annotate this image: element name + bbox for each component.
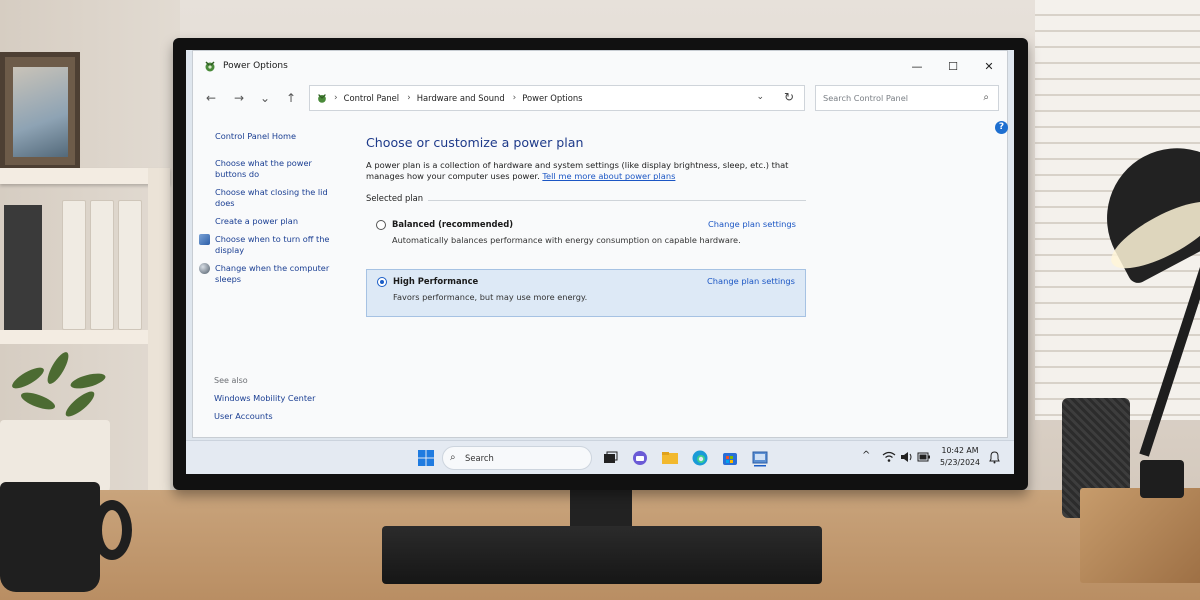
- control-panel-icon: [318, 94, 326, 103]
- show-hidden-icons-chevron[interactable]: ^: [862, 450, 870, 461]
- main-content: Choose or customize a power plan A power…: [366, 135, 806, 317]
- search-icon[interactable]: ⌕: [983, 86, 989, 110]
- wall-picture-art: [13, 67, 68, 157]
- wall-picture-frame: [0, 52, 80, 170]
- plan-balanced-description: Automatically balances performance with …: [392, 234, 741, 245]
- close-button[interactable]: ✕: [971, 51, 1007, 81]
- forward-arrow-icon[interactable]: →: [229, 89, 249, 107]
- chat-icon[interactable]: [630, 448, 650, 468]
- sidebar-power-buttons[interactable]: Choose what the power buttons do: [215, 158, 345, 180]
- bookshelf-middle: [0, 330, 170, 344]
- bookshelf-binder: [118, 200, 142, 330]
- recent-locations-chevron-icon[interactable]: ⌄: [255, 89, 275, 107]
- maximize-button[interactable]: ☐: [935, 51, 971, 81]
- clock-date: 5/23/2024: [940, 458, 980, 467]
- selected-plan-header: Selected plan: [366, 193, 806, 207]
- see-also-heading: See also: [214, 376, 248, 385]
- address-dropdown-icon[interactable]: ⌄: [756, 92, 764, 102]
- help-icon[interactable]: ?: [995, 121, 1008, 134]
- back-arrow-icon[interactable]: ←: [201, 89, 221, 107]
- clock-time: 10:42 AM: [941, 446, 979, 455]
- sidebar-computer-sleeps-item[interactable]: Change when the computer sleeps: [199, 263, 345, 285]
- plan-balanced-settings-link[interactable]: Change plan settings: [708, 219, 796, 229]
- task-view-icon[interactable]: [600, 448, 620, 468]
- bookshelf-side: [148, 168, 170, 498]
- breadcrumb-separator: ›: [512, 93, 517, 103]
- taskbar-search-label: Search: [465, 453, 494, 463]
- display-icon: [199, 234, 210, 245]
- screen: Power Options — ☐ ✕ ← → ⌄ ↑ › Control Pa…: [186, 50, 1014, 474]
- sidebar-turn-off-display: Choose when to turn off the display: [215, 234, 330, 255]
- power-options-icon: [205, 61, 215, 72]
- section-divider: [428, 199, 806, 201]
- sidebar: Control Panel Home Choose what the power…: [199, 131, 345, 292]
- bookshelf-binder: [90, 200, 114, 330]
- breadcrumb-control-panel[interactable]: Control Panel: [344, 93, 400, 103]
- taskbar: ⌕ Search ^ 10:42 AM 5/23/2024: [186, 440, 1014, 474]
- navigation-bar: ← → ⌄ ↑ › Control Panel › Hardware and S…: [193, 85, 1007, 111]
- breadcrumb-power-options[interactable]: Power Options: [522, 93, 582, 103]
- wooden-block: [1080, 488, 1200, 583]
- system-clock[interactable]: 10:42 AM 5/23/2024: [930, 445, 990, 469]
- bookshelf-top: [0, 168, 170, 184]
- page-description: A power plan is a collection of hardware…: [366, 160, 806, 183]
- plan-balanced[interactable]: Balanced (recommended) Automatically bal…: [366, 213, 806, 255]
- minimize-button[interactable]: —: [899, 51, 935, 81]
- plan-high-performance-settings-link[interactable]: Change plan settings: [707, 276, 795, 286]
- sidebar-computer-sleeps: Change when the computer sleeps: [215, 263, 330, 284]
- breadcrumb-separator: ›: [407, 93, 411, 103]
- taskbar-search-icon: ⌕: [450, 452, 456, 463]
- monitor-stand: [382, 526, 822, 584]
- plan-high-performance-radio[interactable]: [377, 276, 387, 287]
- power-options-window: Power Options — ☐ ✕ ← → ⌄ ↑ › Control Pa…: [192, 50, 1008, 438]
- sidebar-control-panel-home[interactable]: Control Panel Home: [215, 131, 345, 142]
- refresh-icon[interactable]: ↻: [784, 90, 794, 104]
- wifi-icon[interactable]: [882, 451, 896, 463]
- title-bar: Power Options: [193, 51, 1007, 81]
- sleep-moon-icon: [199, 263, 210, 274]
- page-title: Choose or customize a power plan: [366, 135, 584, 150]
- plan-high-performance[interactable]: High Performance Favors performance, but…: [366, 268, 806, 317]
- store-icon[interactable]: [720, 448, 740, 468]
- address-bar[interactable]: › Control Panel › Hardware and Sound › P…: [309, 85, 805, 111]
- sidebar-create-power-plan[interactable]: Create a power plan: [215, 216, 345, 227]
- breadcrumb-separator: ›: [334, 93, 338, 103]
- edge-icon[interactable]: [690, 448, 710, 468]
- see-also-user-accounts[interactable]: User Accounts: [214, 411, 354, 422]
- breadcrumb-hardware-and-sound[interactable]: Hardware and Sound: [417, 93, 505, 103]
- see-also-list: Windows Mobility Center User Accounts: [214, 393, 354, 429]
- battery-icon[interactable]: [917, 452, 931, 462]
- file-explorer-icon[interactable]: [660, 448, 680, 468]
- lamp-base: [1140, 460, 1184, 498]
- taskbar-search[interactable]: ⌕ Search: [442, 446, 592, 470]
- plan-balanced-radio[interactable]: [376, 219, 386, 230]
- search-control-panel-input[interactable]: Search Control Panel ⌕: [815, 85, 999, 111]
- bookshelf-binder: [62, 200, 86, 330]
- window-title: Power Options: [223, 61, 288, 71]
- sidebar-closing-lid[interactable]: Choose what closing the lid does: [215, 187, 345, 209]
- notification-bell-icon[interactable]: [989, 451, 1000, 464]
- volume-icon[interactable]: [900, 451, 914, 463]
- learn-more-link[interactable]: Tell me more about power plans: [542, 171, 675, 181]
- coffee-mug: [0, 482, 100, 592]
- plan-high-performance-description: Favors performance, but may use more ene…: [393, 291, 588, 302]
- bookshelf-book: [4, 205, 42, 330]
- sidebar-turn-off-display-item[interactable]: Choose when to turn off the display: [199, 234, 345, 256]
- selected-plan-label: Selected plan: [366, 192, 424, 203]
- control-panel-taskbar-icon[interactable]: [750, 448, 770, 468]
- up-arrow-icon[interactable]: ↑: [281, 89, 301, 107]
- windows-start-icon[interactable]: [416, 448, 436, 468]
- see-also-mobility-center[interactable]: Windows Mobility Center: [214, 393, 354, 404]
- search-placeholder: Search Control Panel: [823, 93, 909, 103]
